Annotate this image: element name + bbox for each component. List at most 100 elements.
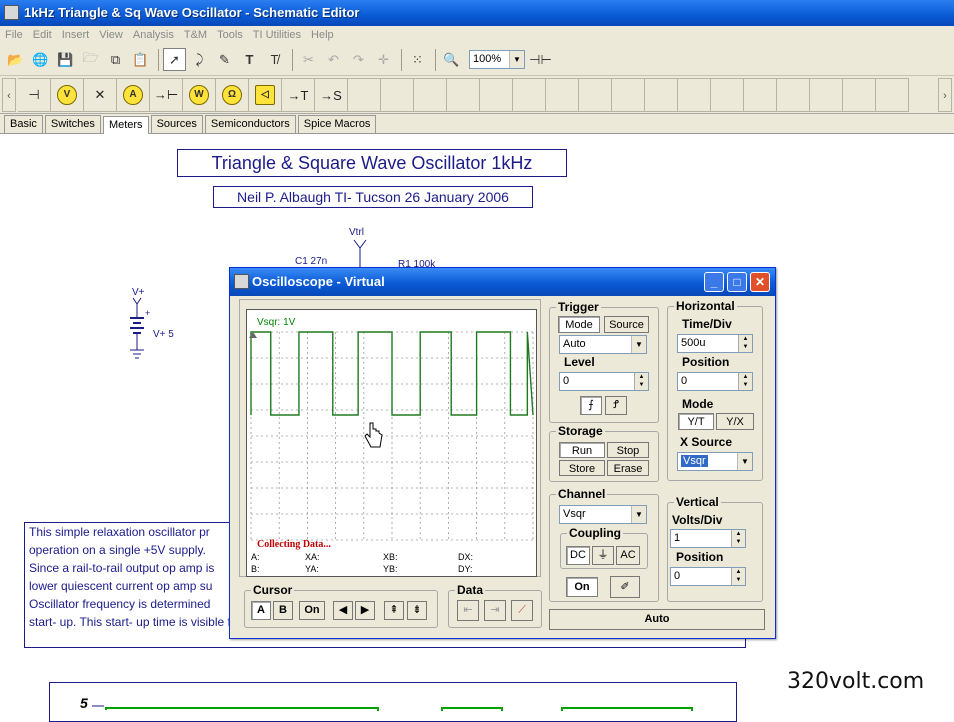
storage-stop-button[interactable]: Stop bbox=[607, 442, 649, 458]
menu-view[interactable]: View bbox=[94, 26, 128, 44]
cursor-a-button[interactable]: A bbox=[251, 601, 271, 620]
battery-icon[interactable]: + bbox=[125, 296, 155, 364]
tab-sources[interactable]: Sources bbox=[150, 115, 203, 133]
menu-file[interactable]: File bbox=[0, 26, 28, 44]
current-arrow-icon[interactable]: →⊢ bbox=[150, 78, 183, 112]
tab-semiconductors[interactable]: Semiconductors bbox=[204, 115, 296, 133]
cursor-down-icon[interactable]: ⇟ bbox=[407, 601, 427, 620]
trigger-level-spinner[interactable]: 0 ▲ ▼ bbox=[559, 372, 649, 391]
close-button[interactable]: ✕ bbox=[750, 272, 770, 292]
menu-tm[interactable]: T&M bbox=[179, 26, 212, 44]
cursor-right-icon[interactable]: ▶ bbox=[355, 601, 375, 620]
grid-icon[interactable]: ⁙ bbox=[406, 48, 429, 71]
chevron-down-icon[interactable]: ▼ bbox=[631, 506, 646, 523]
storage-erase-button[interactable]: Erase bbox=[607, 460, 649, 476]
channel-on-button[interactable]: On bbox=[566, 577, 598, 597]
ohmmeter-icon[interactable]: Ω bbox=[216, 78, 249, 112]
status-text: Collecting Data... bbox=[257, 539, 331, 550]
data-export-icon[interactable]: ⇥ bbox=[484, 600, 506, 621]
wattmeter-icon[interactable]: W bbox=[183, 78, 216, 112]
menu-tools[interactable]: Tools bbox=[212, 26, 248, 44]
cursor-left-icon[interactable]: ◀ bbox=[333, 601, 353, 620]
tab-spice-macros[interactable]: Spice Macros bbox=[297, 115, 377, 133]
menu-insert[interactable]: Insert bbox=[57, 26, 95, 44]
test-point-t-icon[interactable]: →T bbox=[282, 78, 315, 112]
cursor-on-button[interactable]: On bbox=[299, 601, 325, 620]
open-folder-icon[interactable]: 📂 bbox=[4, 48, 27, 71]
cursor-up-icon[interactable]: ⇞ bbox=[384, 601, 404, 620]
schematic-author[interactable]: Neil P. Albaugh TI- Tucson 26 January 20… bbox=[213, 186, 533, 208]
storage-store-button[interactable]: Store bbox=[559, 460, 605, 476]
cut-icon[interactable]: ✂ bbox=[297, 48, 320, 71]
schematic-title[interactable]: Triangle & Square Wave Oscillator 1kHz bbox=[177, 149, 567, 177]
mode-yx-button[interactable]: Y/X bbox=[716, 413, 754, 430]
switch-meter-icon[interactable]: ✕ bbox=[84, 78, 117, 112]
h-position-spinner[interactable]: 0 ▲ ▼ bbox=[677, 372, 753, 391]
maximize-button[interactable]: □ bbox=[727, 272, 747, 292]
trigger-mode-select[interactable]: Auto ▼ bbox=[559, 335, 647, 354]
text-edit-icon[interactable]: T̸ bbox=[263, 48, 286, 71]
auto-button[interactable]: Auto bbox=[549, 609, 765, 630]
mode-yt-button[interactable]: Y/T bbox=[678, 413, 714, 430]
coupling-title: Coupling bbox=[567, 526, 623, 540]
coupling-ac-button[interactable]: AC bbox=[616, 546, 640, 565]
menu-ti-utilities[interactable]: TI Utilities bbox=[248, 26, 306, 44]
coupling-ground-icon[interactable]: ⏚ bbox=[592, 546, 614, 565]
trigger-falling-edge-icon[interactable]: Ꝭ bbox=[605, 396, 627, 415]
move-icon[interactable]: ✛ bbox=[372, 48, 395, 71]
text-icon[interactable]: T bbox=[238, 48, 261, 71]
scroll-left-icon[interactable]: ‹ bbox=[2, 78, 16, 112]
spinner-arrows-icon[interactable]: ▲ ▼ bbox=[731, 530, 745, 547]
voltmeter-icon[interactable]: V bbox=[51, 78, 84, 112]
volts-div-spinner[interactable]: 1 ▲ ▼ bbox=[670, 529, 746, 548]
redo-icon[interactable]: ↷ bbox=[347, 48, 370, 71]
zoom-icon[interactable]: 🔍 bbox=[440, 48, 463, 71]
chevron-down-icon[interactable]: ▼ bbox=[631, 336, 646, 353]
wire-icon[interactable]: ⤸ bbox=[188, 48, 211, 71]
probe-pen-icon[interactable]: ✐ bbox=[610, 576, 640, 598]
menu-help[interactable]: Help bbox=[306, 26, 339, 44]
scope-screen[interactable] bbox=[246, 309, 537, 577]
v-position-spinner[interactable]: 0 ▲ ▼ bbox=[670, 567, 746, 586]
chevron-down-icon[interactable]: ▼ bbox=[737, 453, 752, 470]
web-icon[interactable]: 🌐 bbox=[29, 48, 52, 71]
ground-voltage-icon[interactable]: ⊣ bbox=[18, 78, 51, 112]
ammeter-icon[interactable]: A bbox=[117, 78, 150, 112]
cursor-b-button[interactable]: B bbox=[273, 601, 293, 620]
minimize-button[interactable]: _ bbox=[704, 272, 724, 292]
tab-basic[interactable]: Basic bbox=[4, 115, 43, 133]
menu-analysis[interactable]: Analysis bbox=[128, 26, 179, 44]
storage-run-button[interactable]: Run bbox=[559, 442, 605, 458]
test-point-s-icon[interactable]: →S bbox=[315, 78, 348, 112]
save-icon[interactable]: 💾 bbox=[54, 48, 77, 71]
vtrl-test-point-icon[interactable] bbox=[350, 238, 370, 268]
data-graph-icon[interactable]: ⟋ bbox=[511, 600, 533, 621]
channel-select[interactable]: Vsqr ▼ bbox=[559, 505, 647, 524]
undo-icon[interactable]: ↶ bbox=[322, 48, 345, 71]
tab-meters[interactable]: Meters bbox=[102, 116, 149, 134]
component-icon[interactable]: ⊣⊢ bbox=[529, 48, 552, 71]
data-import-icon[interactable]: ⇤ bbox=[457, 600, 479, 621]
select-arrow-icon[interactable]: ➚ bbox=[163, 48, 186, 71]
scroll-right-icon[interactable]: › bbox=[938, 78, 952, 112]
spinner-arrows-icon[interactable]: ▲ ▼ bbox=[738, 373, 752, 390]
spinner-arrows-icon[interactable]: ▲ ▼ bbox=[634, 373, 648, 390]
zoom-select[interactable]: 100% ▼ bbox=[469, 50, 525, 69]
oscilloscope-title-bar[interactable]: Oscilloscope - Virtual _ □ ✕ bbox=[230, 268, 775, 296]
x-source-select[interactable]: Vsqr ▼ bbox=[677, 452, 753, 471]
tab-switches[interactable]: Switches bbox=[44, 115, 101, 133]
spinner-arrows-icon[interactable]: ▲ ▼ bbox=[731, 568, 745, 585]
paste-icon[interactable]: 📋 bbox=[129, 48, 152, 71]
pen-icon[interactable]: ✎ bbox=[213, 48, 236, 71]
copy-icon[interactable]: ⧉ bbox=[104, 48, 127, 71]
trigger-source-button[interactable]: Source bbox=[604, 316, 649, 333]
trigger-rising-edge-icon[interactable]: ⨍ bbox=[580, 396, 602, 415]
coupling-dc-button[interactable]: DC bbox=[566, 546, 590, 565]
chevron-down-icon[interactable]: ▼ bbox=[509, 51, 524, 68]
trigger-mode-button[interactable]: Mode bbox=[558, 316, 600, 333]
open-icon[interactable]: 🗁 bbox=[79, 48, 102, 71]
menu-edit[interactable]: Edit bbox=[28, 26, 57, 44]
spinner-arrows-icon[interactable]: ▲ ▼ bbox=[738, 335, 752, 352]
time-div-spinner[interactable]: 500u ▲ ▼ bbox=[677, 334, 753, 353]
speaker-icon[interactable]: ◁ bbox=[249, 78, 282, 112]
